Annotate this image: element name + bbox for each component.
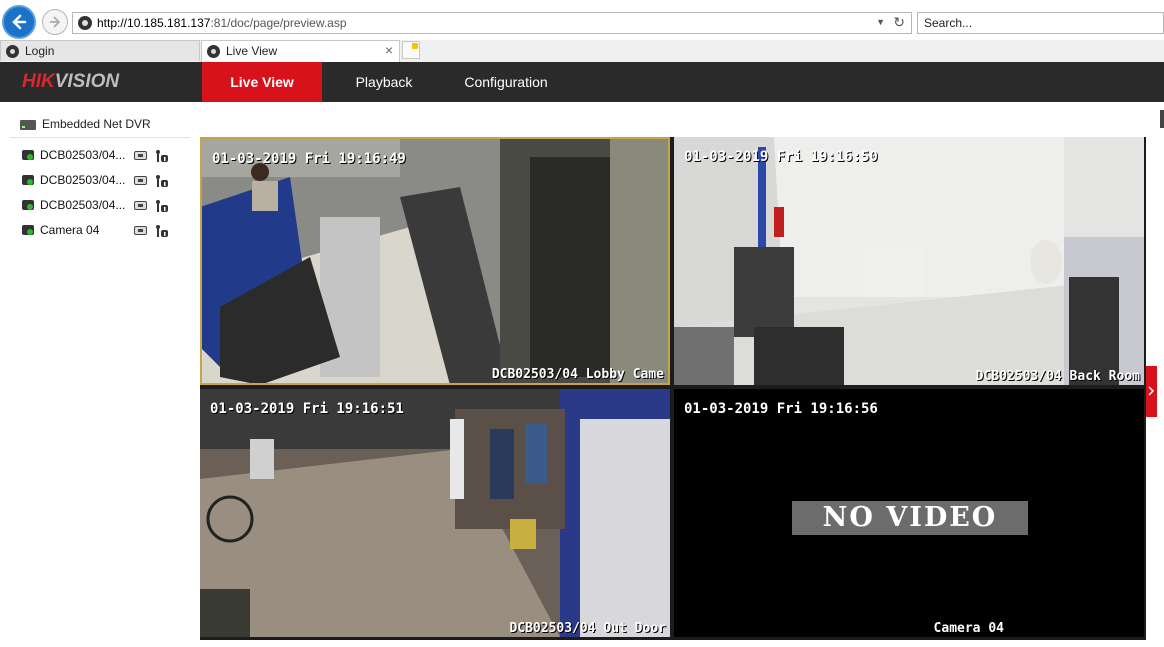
camera-feed-image bbox=[200, 389, 670, 637]
osd-timestamp: 01-03-2019 Fri 19:16:50 bbox=[684, 149, 878, 165]
video-window-1[interactable]: 01-03-2019 Fri 19:16:49 DCB02503/04 Lobb… bbox=[200, 137, 670, 385]
right-panel-edge bbox=[1160, 110, 1164, 128]
record-icon[interactable] bbox=[134, 151, 147, 160]
nav-live-view[interactable]: Live View bbox=[202, 62, 322, 102]
back-button[interactable] bbox=[2, 5, 36, 39]
camera-item[interactable]: Camera 04 bbox=[22, 222, 182, 240]
address-bar[interactable]: http://10.185.181.137:81/doc/page/previe… bbox=[72, 12, 912, 34]
camera-label: DCB02503/04... bbox=[40, 148, 126, 162]
camera-info-icon[interactable] bbox=[155, 149, 169, 163]
tab-live-view[interactable]: Live View × bbox=[201, 40, 400, 62]
live-view-grid: 01-03-2019 Fri 19:16:49 DCB02503/04 Lobb… bbox=[200, 137, 1146, 640]
no-video-banner: NO VIDEO bbox=[792, 501, 1028, 535]
tab-login[interactable]: Login bbox=[0, 40, 200, 61]
hikvision-logo: HIKVISION bbox=[22, 71, 119, 93]
browser-toolbar: http://10.185.181.137:81/doc/page/previe… bbox=[0, 0, 1164, 42]
video-window-2[interactable]: 01-03-2019 Fri 19:16:50 DCB02503/04 Back… bbox=[674, 137, 1144, 385]
osd-timestamp: 01-03-2019 Fri 19:16:49 bbox=[212, 151, 406, 167]
arrow-left-icon bbox=[12, 14, 27, 30]
device-label: Embedded Net DVR bbox=[42, 117, 151, 131]
nav-configuration[interactable]: Configuration bbox=[446, 62, 566, 102]
video-window-4[interactable]: 01-03-2019 Fri 19:16:56 NO VIDEO Camera … bbox=[674, 389, 1144, 637]
camera-label: Camera 04 bbox=[40, 223, 100, 237]
record-icon[interactable] bbox=[134, 201, 147, 210]
osd-camera-name: DCB02503/04 Lobby Came bbox=[491, 367, 664, 382]
camera-feed-image bbox=[674, 137, 1144, 385]
logo-part-hik: HIK bbox=[22, 71, 55, 92]
tab-favicon-icon bbox=[207, 45, 220, 58]
camera-label: DCB02503/04... bbox=[40, 198, 126, 212]
search-input[interactable] bbox=[924, 16, 1154, 30]
new-tab-button[interactable] bbox=[402, 41, 420, 59]
dvr-icon bbox=[20, 120, 36, 130]
video-window-3[interactable]: 01-03-2019 Fri 19:16:51 DCB02503/04 Out … bbox=[200, 389, 670, 637]
camera-online-icon bbox=[22, 150, 34, 160]
expand-panel-button[interactable] bbox=[1146, 366, 1157, 417]
camera-info-icon[interactable] bbox=[155, 199, 169, 213]
osd-camera-name: DCB02503/04 Out Door bbox=[509, 621, 666, 636]
camera-item[interactable]: DCB02503/04... bbox=[22, 197, 182, 215]
tab-label: Login bbox=[25, 44, 55, 58]
osd-timestamp: 01-03-2019 Fri 19:16:51 bbox=[210, 401, 404, 417]
chevron-right-icon bbox=[1148, 386, 1155, 396]
tab-label: Live View bbox=[226, 44, 278, 58]
device-tree: Embedded Net DVR DCB02503/04... DCB02503… bbox=[10, 102, 190, 647]
divider bbox=[10, 137, 190, 138]
camera-item[interactable]: DCB02503/04... bbox=[22, 172, 182, 190]
logo-part-vision: VISION bbox=[54, 71, 120, 92]
camera-item[interactable]: DCB02503/04... bbox=[22, 147, 182, 165]
browser-tab-bar: Login Live View × bbox=[0, 40, 1164, 63]
close-tab-icon[interactable]: × bbox=[385, 42, 393, 58]
site-favicon-icon bbox=[78, 16, 92, 30]
camera-online-icon bbox=[22, 200, 34, 210]
forward-button[interactable] bbox=[42, 9, 68, 35]
camera-feed-image bbox=[202, 139, 668, 383]
camera-info-icon[interactable] bbox=[155, 174, 169, 188]
tab-favicon-icon bbox=[6, 45, 19, 58]
osd-timestamp: 01-03-2019 Fri 19:16:56 bbox=[684, 401, 878, 417]
browser-search-box[interactable] bbox=[917, 12, 1164, 34]
record-icon[interactable] bbox=[134, 226, 147, 235]
osd-camera-name: DCB02503/04 Back Room bbox=[975, 369, 1140, 384]
arrow-right-icon bbox=[50, 16, 61, 28]
dropdown-arrow-icon[interactable]: ▼ bbox=[876, 17, 885, 27]
nav-playback[interactable]: Playback bbox=[330, 62, 438, 102]
url-path: :81/doc/page/preview.asp bbox=[210, 16, 347, 30]
url-text: http://10.185.181.137:81/doc/page/previe… bbox=[97, 16, 347, 30]
camera-online-icon bbox=[22, 175, 34, 185]
record-icon[interactable] bbox=[134, 176, 147, 185]
camera-info-icon[interactable] bbox=[155, 224, 169, 238]
camera-label: DCB02503/04... bbox=[40, 173, 126, 187]
refresh-icon[interactable]: ↻ bbox=[893, 14, 905, 31]
url-host: http://10.185.181.137 bbox=[97, 16, 211, 30]
osd-camera-name: Camera 04 bbox=[933, 621, 1004, 636]
camera-online-icon bbox=[22, 225, 34, 235]
app-header: HIKVISION Live View Playback Configurati… bbox=[0, 62, 1164, 102]
